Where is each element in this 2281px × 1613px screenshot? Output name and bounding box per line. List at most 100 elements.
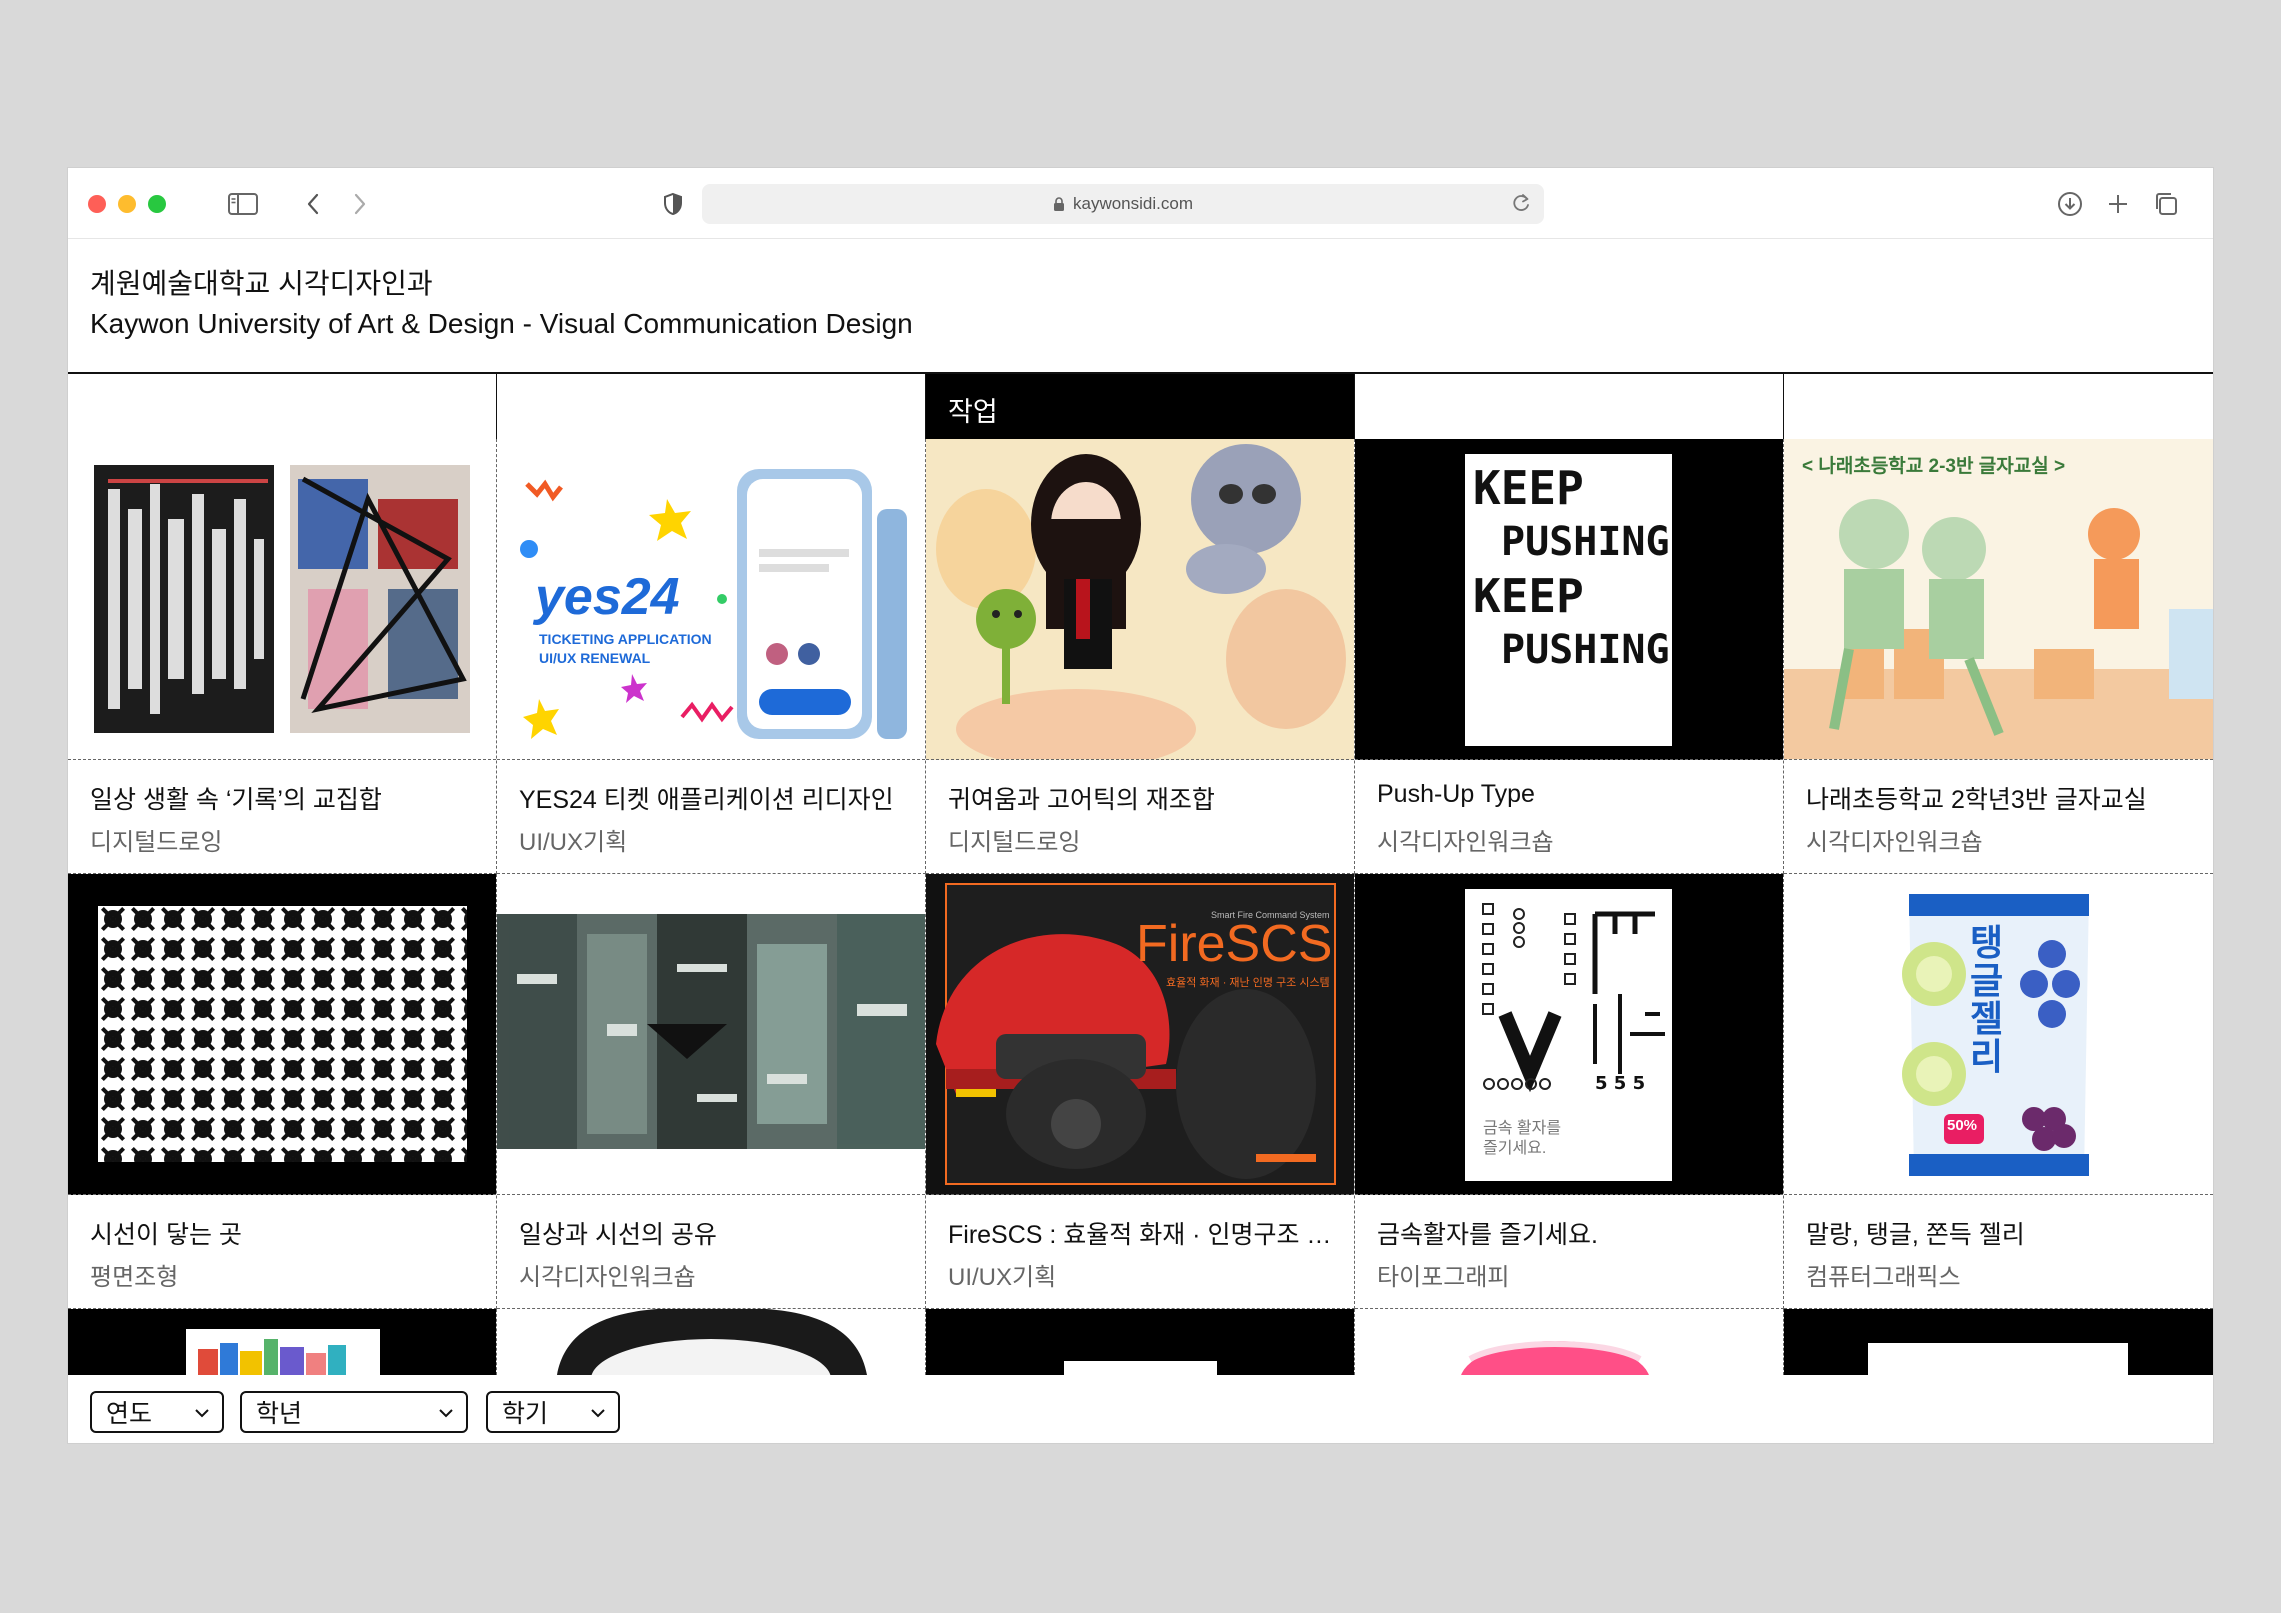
- site-title-english[interactable]: Kaywon University of Art & Design - Visu…: [90, 304, 913, 344]
- work-card[interactable]: 시선이 닿는 곳 평면조형: [68, 874, 497, 1309]
- work-category: UI/UX기획: [948, 1264, 1057, 1291]
- sidebar-toggle-icon[interactable]: [226, 187, 260, 221]
- svg-text:5 5 5: 5 5 5: [1595, 1073, 1645, 1094]
- year-select[interactable]: 연도: [90, 1391, 224, 1433]
- new-tab-plus-icon[interactable]: [2101, 187, 2135, 221]
- work-card[interactable]: 탱글젤리 50% 말랑, 탱글, 쫀득 젤리 컴퓨터그래픽스: [1784, 874, 2213, 1309]
- work-category: UI/UX기획: [519, 829, 628, 856]
- narae-banner-text: < 나래초등학교 2-3반 글자교실 >: [1802, 456, 2066, 477]
- work-thumbnail[interactable]: [1784, 1309, 2213, 1375]
- grid-row: 일상 생활 속 ‘기록’의 교집합 디지털드로잉 yes24 TICKETING…: [68, 439, 2213, 874]
- work-thumbnail[interactable]: 5 5 5 금속 활자를 즐기세요.: [1355, 874, 1783, 1195]
- work-thumbnail[interactable]: [68, 1309, 496, 1375]
- lock-icon: [1053, 196, 1065, 212]
- work-thumbnail[interactable]: [497, 874, 925, 1195]
- work-thumbnail[interactable]: [497, 1309, 925, 1375]
- jelly-product-name: 탱글젤리: [1970, 922, 2004, 1077]
- work-thumbnail[interactable]: < 나래초등학교 2-3반 글자교실 >: [1784, 439, 2213, 760]
- yes24-subtitle-1: TICKETING APPLICATION: [539, 631, 712, 647]
- grade-select[interactable]: 학년: [240, 1391, 468, 1433]
- jelly-percent: 50%: [1947, 1117, 1978, 1134]
- work-thumbnail[interactable]: [68, 874, 496, 1195]
- site-title-korean[interactable]: 계원예술대학교 시각디자인과: [90, 264, 913, 304]
- browser-window: kaywonsidi.com 계원예술대학교 시각디자인과 Kaywon Uni…: [68, 168, 2213, 1443]
- work-thumbnail[interactable]: Smart Fire Command System FireSCS 효율적 화재…: [926, 874, 1354, 1195]
- work-title[interactable]: 일상 생활 속 ‘기록’의 교집합: [90, 780, 382, 816]
- tab-overview-icon[interactable]: [2149, 187, 2183, 221]
- work-thumbnail[interactable]: yes24 TICKETING APPLICATION UI/UX RENEWA…: [497, 439, 925, 760]
- work-category: 디지털드로잉: [90, 829, 223, 856]
- reload-icon[interactable]: [1510, 192, 1532, 214]
- nav-cell-4[interactable]: [1355, 374, 1784, 440]
- browser-toolbar: kaywonsidi.com: [68, 168, 2213, 239]
- privacy-shield-icon[interactable]: [656, 187, 690, 221]
- nav-cell-5[interactable]: [1784, 374, 2213, 440]
- grid-row: 시선이 닿는 곳 평면조형 일상과 시선의 공유 시각디자인워크숍 Smart …: [68, 874, 2213, 1309]
- work-category: 시각디자인워크숍: [1377, 829, 1554, 856]
- main-nav: 작업: [68, 372, 2213, 441]
- work-card[interactable]: KEEP PUSHING KEEP PUSHING Push-Up Type 시…: [1355, 439, 1784, 874]
- keep-pushing-text: KEEP PUSHING KEEP PUSHING: [1473, 461, 1670, 673]
- filter-bar: 연도 학년 학기: [68, 1379, 2213, 1443]
- chevron-down-icon: [436, 1403, 456, 1423]
- work-thumbnail[interactable]: [926, 439, 1354, 760]
- work-category: 평면조형: [90, 1264, 179, 1291]
- chevron-down-icon: [588, 1403, 608, 1423]
- work-thumbnail[interactable]: KEEP PUSHING KEEP PUSHING: [1355, 439, 1783, 760]
- nav-work-label: 작업: [948, 397, 998, 427]
- url-text: kaywonsidi.com: [1073, 194, 1193, 213]
- work-card[interactable]: 일상과 시선의 공유 시각디자인워크숍: [497, 874, 926, 1309]
- nav-cell-work[interactable]: 작업: [926, 374, 1355, 440]
- work-title[interactable]: 나래초등학교 2학년3반 글자교실: [1806, 780, 2147, 816]
- work-category: 디지털드로잉: [948, 829, 1081, 856]
- work-card[interactable]: [1355, 1309, 1784, 1375]
- work-category: 컴퓨터그래픽스: [1806, 1264, 1961, 1291]
- work-thumbnail[interactable]: 탱글젤리 50%: [1784, 874, 2213, 1195]
- work-card[interactable]: < 나래초등학교 2-3반 글자교실 > 나래초등학교 2학년3반 글자교실 시…: [1784, 439, 2213, 874]
- close-window-button[interactable]: [88, 195, 106, 213]
- work-title[interactable]: 말랑, 탱글, 쫀득 젤리: [1806, 1215, 2025, 1251]
- work-title[interactable]: 일상과 시선의 공유: [519, 1215, 717, 1251]
- work-card[interactable]: yes24 TICKETING APPLICATION UI/UX RENEWA…: [497, 439, 926, 874]
- semester-select-label: 학기: [502, 1400, 549, 1428]
- work-card[interactable]: [926, 1309, 1355, 1375]
- forward-arrow-icon[interactable]: [343, 187, 377, 221]
- firescs-logo: FireSCS: [1136, 915, 1333, 973]
- firescs-subtitle: 효율적 화재 · 재난 인명 구조 시스템: [1166, 977, 1330, 989]
- chevron-down-icon: [192, 1403, 212, 1423]
- metal-type-caption: 금속 활자를 즐기세요.: [1483, 1120, 1562, 1157]
- nav-cell-1[interactable]: [68, 374, 497, 440]
- work-category: 시각디자인워크숍: [1806, 829, 1983, 856]
- grade-select-label: 학년: [256, 1400, 303, 1428]
- work-title[interactable]: 귀여움과 고어틱의 재조합: [948, 780, 1215, 816]
- nav-cell-2[interactable]: [497, 374, 926, 440]
- work-thumbnail[interactable]: [68, 439, 496, 760]
- work-thumbnail[interactable]: [926, 1309, 1354, 1375]
- work-title[interactable]: 금속활자를 즐기세요.: [1377, 1215, 1598, 1251]
- work-title[interactable]: YES24 티켓 애플리케이션 리디자인: [519, 780, 894, 816]
- work-card[interactable]: [68, 1309, 497, 1375]
- work-card[interactable]: [1784, 1309, 2213, 1375]
- work-category: 시각디자인워크숍: [519, 1264, 696, 1291]
- work-title[interactable]: Push-Up Type: [1377, 780, 1535, 809]
- work-card[interactable]: 귀여움과 고어틱의 재조합 디지털드로잉: [926, 439, 1355, 874]
- yes24-logo: yes24: [535, 568, 680, 626]
- work-card[interactable]: 5 5 5 금속 활자를 즐기세요. 금속활자를 즐기세요. 타이포그래피: [1355, 874, 1784, 1309]
- maximize-window-button[interactable]: [148, 195, 166, 213]
- download-icon[interactable]: [2053, 187, 2087, 221]
- year-select-label: 연도: [106, 1400, 153, 1428]
- work-category: 타이포그래피: [1377, 1264, 1510, 1291]
- minimize-window-button[interactable]: [118, 195, 136, 213]
- yes24-subtitle-2: UI/UX RENEWAL: [539, 650, 651, 666]
- work-title[interactable]: FireSCS : 효율적 화재 · 인명구조 시스템: [948, 1215, 1343, 1251]
- work-card[interactable]: [497, 1309, 926, 1375]
- back-arrow-icon[interactable]: [296, 187, 330, 221]
- semester-select[interactable]: 학기: [486, 1391, 620, 1433]
- work-thumbnail[interactable]: [1355, 1309, 1783, 1375]
- work-card[interactable]: Smart Fire Command System FireSCS 효율적 화재…: [926, 874, 1355, 1309]
- site-header: 계원예술대학교 시각디자인과 Kaywon University of Art …: [90, 264, 913, 344]
- address-bar[interactable]: kaywonsidi.com: [702, 184, 1544, 224]
- work-grid: 일상 생활 속 ‘기록’의 교집합 디지털드로잉 yes24 TICKETING…: [68, 439, 2213, 1379]
- work-title[interactable]: 시선이 닿는 곳: [90, 1215, 242, 1251]
- work-card[interactable]: 일상 생활 속 ‘기록’의 교집합 디지털드로잉: [68, 439, 497, 874]
